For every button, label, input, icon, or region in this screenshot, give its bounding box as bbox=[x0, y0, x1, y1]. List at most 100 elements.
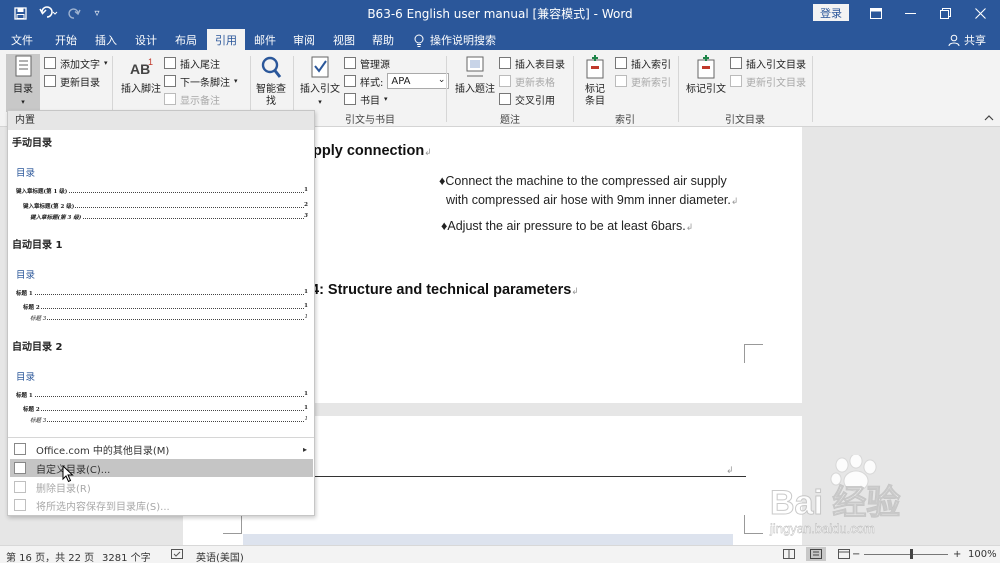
language[interactable]: 英语(美国) bbox=[196, 549, 244, 563]
redo-icon[interactable] bbox=[66, 4, 82, 22]
citation-style-control: 样式: APA ⌄ bbox=[344, 73, 450, 89]
bibliography-icon bbox=[344, 93, 356, 105]
collapse-ribbon-icon[interactable] bbox=[984, 113, 994, 124]
update-toc-button[interactable]: 更新目录 bbox=[44, 73, 100, 89]
more-office-toc-item[interactable]: Office.com 中的其他目录(M) ▸ bbox=[10, 440, 313, 458]
chevron-down-icon: ▾ bbox=[234, 77, 238, 85]
baidu-watermark: Bai 经验 jingyan.baidu.com bbox=[769, 453, 970, 545]
show-notes-label: 显示备注 bbox=[180, 95, 220, 107]
insert-footnote-button[interactable]: AB 1 插入脚注 bbox=[119, 54, 163, 96]
toc-preview-line: 标题 31 bbox=[30, 314, 308, 322]
toc-gallery-manual[interactable]: 手动目录 目录 键入章标题(第 1 级) 1 键入章标题(第 2 级) 2 键入章标… bbox=[8, 131, 314, 229]
toc-label: 目录 bbox=[13, 84, 33, 95]
bullet-line: ♦Adjust the air pressure to be at least … bbox=[441, 219, 694, 233]
captions-group-label: 题注 bbox=[500, 115, 520, 126]
bullet-line: with compressed air hose with 9mm inner … bbox=[446, 193, 739, 207]
toc-preview-line: 标题 21 bbox=[23, 303, 308, 311]
page-count[interactable]: 第 16 页，共 22 页 bbox=[6, 549, 94, 563]
update-index-button[interactable]: 更新索引 bbox=[615, 73, 671, 89]
search-icon bbox=[258, 54, 284, 82]
tab-references[interactable]: 引用 bbox=[207, 29, 245, 50]
zoom-in-icon[interactable]: + bbox=[953, 549, 961, 560]
toc-preview-title: 目录 bbox=[16, 270, 36, 281]
update-toc-label: 更新目录 bbox=[60, 77, 100, 89]
undo-icon[interactable] bbox=[36, 4, 62, 22]
customize-qat-icon[interactable]: ▿ bbox=[90, 4, 104, 22]
bibliography-button[interactable]: 书目 ▾ bbox=[344, 91, 388, 107]
manage-sources-button[interactable]: 管理源 bbox=[344, 55, 390, 71]
restore-icon[interactable] bbox=[931, 3, 959, 23]
tab-home[interactable]: 开始 bbox=[47, 29, 85, 50]
tab-view[interactable]: 视图 bbox=[325, 29, 363, 50]
insert-index-button[interactable]: 插入索引 bbox=[615, 55, 671, 71]
zoom-out-icon[interactable]: − bbox=[852, 549, 860, 560]
insert-toa-button[interactable]: 插入引文目录 bbox=[730, 55, 806, 71]
smart-lookup-button[interactable]: 智能查找 bbox=[255, 54, 287, 108]
toc-preview-line: 键入章标题(第 1 级) 1 bbox=[16, 187, 308, 195]
status-bar: 第 16 页，共 22 页 3281 个字 英语(美国) − + 100% bbox=[0, 545, 1000, 563]
update-toa-button[interactable]: 更新引文目录 bbox=[730, 73, 806, 89]
tab-mailings[interactable]: 邮件 bbox=[246, 29, 284, 50]
toc-option-name: 手动目录 bbox=[12, 138, 52, 149]
next-footnote-button[interactable]: 下一条脚注 ▾ bbox=[164, 73, 238, 89]
print-layout-icon[interactable] bbox=[806, 547, 826, 561]
insert-footnote-label: 插入脚注 bbox=[121, 84, 161, 95]
toa-group-label: 引文目录 bbox=[725, 115, 765, 126]
tab-layout[interactable]: 布局 bbox=[167, 29, 205, 50]
tab-review[interactable]: 审阅 bbox=[285, 29, 323, 50]
citation-style-label: 样式: bbox=[360, 77, 384, 89]
tab-insert[interactable]: 插入 bbox=[87, 29, 125, 50]
insert-caption-button[interactable]: 插入题注 bbox=[455, 54, 495, 96]
tab-design[interactable]: 设计 bbox=[127, 29, 165, 50]
mark-citation-label: 标记引文 bbox=[686, 84, 726, 95]
minimize-icon[interactable] bbox=[896, 3, 924, 23]
more-office-label: Office.com 中的其他目录(M) bbox=[36, 445, 170, 457]
web-layout-icon[interactable] bbox=[838, 549, 850, 562]
add-text-button[interactable]: 添加文字 ▾ bbox=[44, 55, 108, 71]
zoom-slider-thumb[interactable] bbox=[910, 549, 913, 559]
save-selection-label: 将所选内容保存到目录库(S)... bbox=[36, 501, 170, 513]
insert-citation-button[interactable]: 插入引文 ▾ bbox=[300, 54, 340, 108]
save-icon[interactable] bbox=[10, 4, 30, 22]
word-count[interactable]: 3281 个字 bbox=[102, 549, 151, 563]
cross-reference-button[interactable]: 交叉引用 bbox=[499, 91, 555, 107]
insert-table-of-figures-button[interactable]: 插入表目录 bbox=[499, 55, 565, 71]
next-footnote-icon bbox=[164, 75, 176, 87]
remove-toc-item[interactable]: 删除目录(R) bbox=[10, 478, 313, 496]
update-index-label: 更新索引 bbox=[631, 77, 671, 89]
ribbon-display-options-icon[interactable] bbox=[862, 3, 890, 23]
add-text-label: 添加文字 bbox=[60, 59, 100, 71]
insert-caption-label: 插入题注 bbox=[455, 84, 495, 95]
lightbulb-icon bbox=[414, 34, 424, 47]
insert-toa-label: 插入引文目录 bbox=[746, 59, 806, 71]
toc-gallery-auto-2[interactable]: 自动目录 2 目录 标题 11 标题 21 标题 31 bbox=[8, 335, 314, 433]
toc-button[interactable]: 目录 ▾ bbox=[6, 54, 40, 112]
read-mode-icon[interactable] bbox=[783, 549, 795, 562]
mark-citation-button[interactable]: 标记引文 bbox=[685, 54, 727, 96]
insert-endnote-button[interactable]: 插入尾注 bbox=[164, 55, 220, 71]
tell-me-label: 操作说明搜索 bbox=[430, 34, 496, 47]
save-selection-to-gallery-item[interactable]: 将所选内容保存到目录库(S)... bbox=[10, 496, 313, 514]
custom-toc-item[interactable]: 自定义目录(C)... bbox=[10, 459, 313, 477]
tab-file[interactable]: 文件 bbox=[3, 29, 41, 50]
zoom-level[interactable]: 100% bbox=[968, 549, 997, 560]
show-notes-button[interactable]: 显示备注 bbox=[164, 91, 220, 107]
margin-mark bbox=[744, 515, 763, 534]
update-toc-icon bbox=[44, 75, 56, 87]
proofing-icon[interactable] bbox=[171, 549, 183, 562]
index-group-label: 索引 bbox=[615, 115, 635, 126]
mark-entry-button[interactable]: 标记条目 bbox=[580, 54, 610, 108]
tell-me-search[interactable]: 操作说明搜索 bbox=[414, 32, 496, 48]
mark-entry-label: 标记条目 bbox=[585, 84, 605, 107]
zoom-slider[interactable] bbox=[864, 549, 948, 559]
tab-help[interactable]: 帮助 bbox=[364, 29, 402, 50]
close-icon[interactable] bbox=[966, 3, 994, 23]
share-button[interactable]: 共享 bbox=[948, 32, 986, 48]
login-button[interactable]: 登录 bbox=[813, 4, 849, 21]
toc-gallery-auto-1[interactable]: 自动目录 1 目录 标题 11 标题 21 标题 31 bbox=[8, 233, 314, 331]
insert-citation-label: 插入引文 bbox=[300, 84, 340, 95]
chevron-right-icon: ▸ bbox=[302, 444, 307, 454]
update-table-button[interactable]: 更新表格 bbox=[499, 73, 555, 89]
citation-style-select[interactable]: APA ⌄ bbox=[387, 73, 450, 89]
toc-preview-line: 标题 21 bbox=[23, 405, 308, 413]
